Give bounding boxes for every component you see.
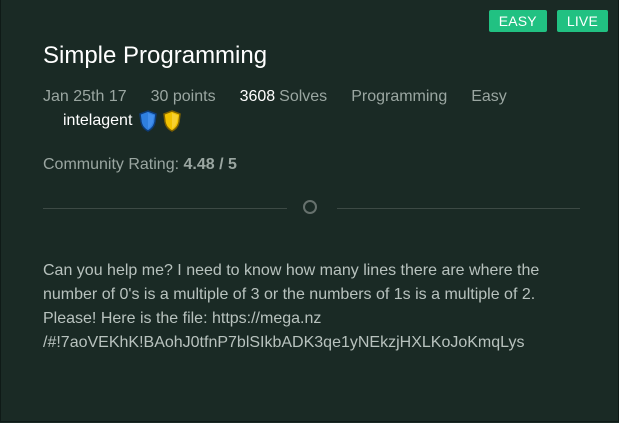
description-line[interactable]: Please! Here is the file: https://mega.n…	[43, 310, 321, 327]
description-line: Can you help me? I need to know how many…	[43, 262, 540, 279]
badge-group: EASY LIVE	[488, 10, 608, 32]
meta-spacer	[327, 88, 351, 106]
challenge-points: 30 points	[150, 88, 216, 105]
divider-left	[43, 208, 287, 209]
circle-icon	[303, 200, 317, 214]
divider-right	[337, 208, 580, 209]
rating-label: Community Rating:	[43, 156, 180, 173]
challenge-card: EASY LIVE Simple Programming Jan 25th 17…	[0, 0, 619, 422]
community-rating: Community Rating: 4.48 / 5	[43, 156, 237, 174]
challenge-meta: Jan 25th 17 30 points 3608 Solves Progra…	[43, 88, 507, 106]
gold-shield-icon	[162, 110, 182, 132]
challenge-category[interactable]: Programming	[351, 88, 447, 106]
description-line: number of 0's is a multiple of 3 or the …	[43, 286, 536, 303]
solves-count: 3608	[239, 88, 276, 105]
meta-spacer	[127, 88, 151, 106]
challenge-date: Jan 25th 17	[43, 88, 127, 105]
solves-label: Solves	[279, 88, 328, 105]
meta-spacer	[216, 88, 240, 106]
challenge-title: Simple Programming	[43, 42, 268, 69]
meta-spacer	[447, 88, 471, 106]
difficulty-badge: EASY	[488, 10, 547, 32]
description-line[interactable]: /#!7aoVEKhK!BAohJ0tfnP7blSIkbADK3qe1yNEk…	[43, 334, 524, 351]
rating-value: 4.48 / 5	[183, 156, 237, 173]
status-badge: LIVE	[556, 10, 608, 32]
author-name[interactable]: intelagent	[63, 112, 132, 130]
author-row: intelagent	[63, 110, 182, 132]
blue-shield-icon	[138, 110, 158, 132]
challenge-difficulty: Easy	[471, 88, 507, 105]
challenge-description: Can you help me? I need to know how many…	[43, 259, 583, 355]
